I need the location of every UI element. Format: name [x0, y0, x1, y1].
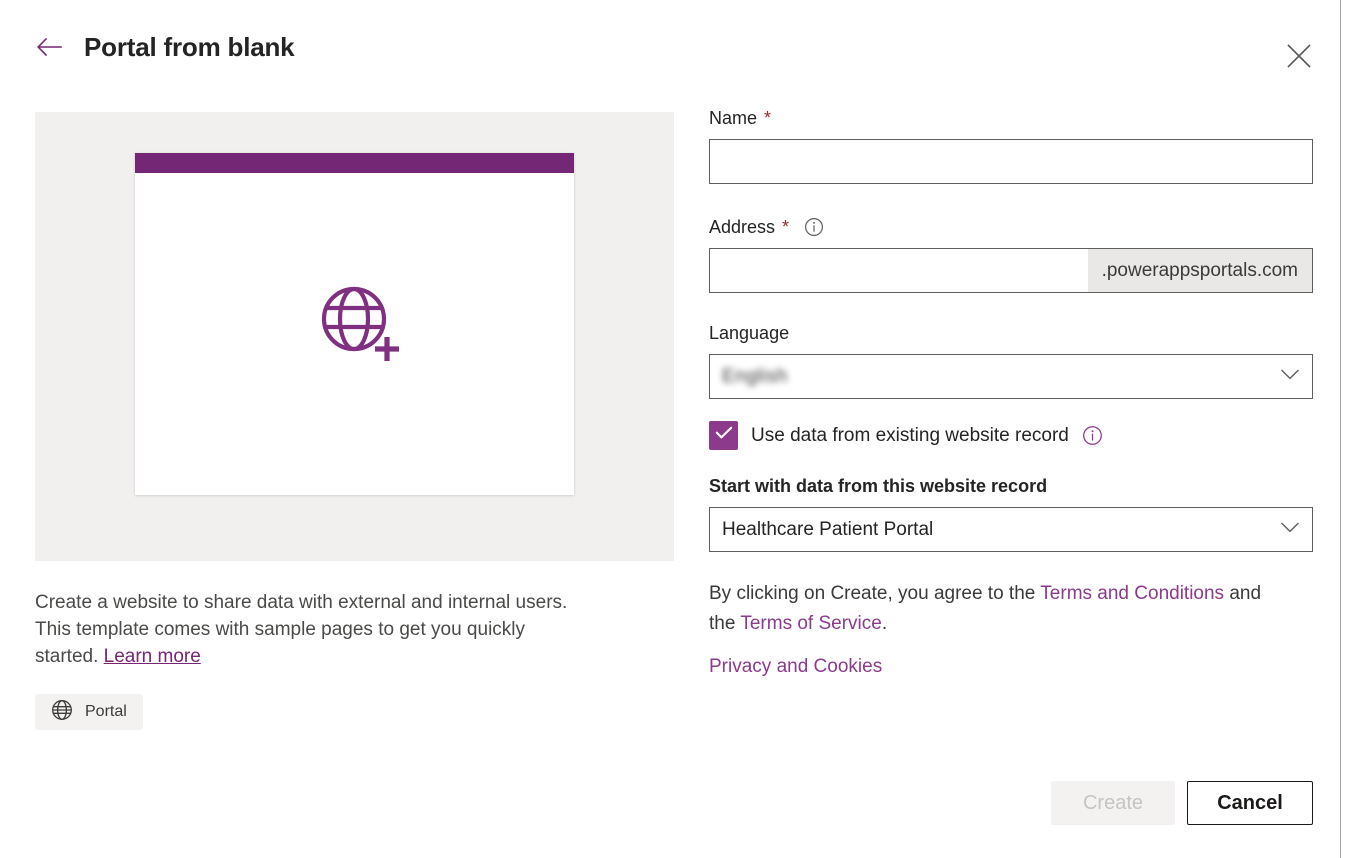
website-record-dropdown[interactable]: Healthcare Patient Portal	[709, 507, 1313, 552]
address-field-label: Address *	[709, 215, 1313, 239]
dialog-footer: Create Cancel	[0, 778, 1340, 858]
use-existing-record-checkbox[interactable]	[709, 421, 738, 450]
chevron-down-icon	[1280, 521, 1300, 539]
info-icon[interactable]	[804, 217, 824, 237]
close-icon	[1286, 43, 1312, 72]
template-preview-column: Create a website to share data with exte…	[35, 112, 674, 730]
template-preview-frame	[35, 112, 674, 561]
website-record-label-text: Start with data from this website record	[709, 476, 1048, 496]
address-label-text: Address	[709, 217, 776, 237]
use-existing-record-label: Use data from existing website record	[751, 424, 1069, 446]
info-icon[interactable]	[1082, 425, 1103, 446]
language-field-label: Language	[709, 321, 1313, 345]
terms-and-conditions-link[interactable]: Terms and Conditions	[1040, 583, 1224, 604]
address-input-group: .powerappsportals.com	[709, 248, 1313, 293]
template-description: Create a website to share data with exte…	[35, 589, 580, 670]
address-required-marker: *	[782, 217, 790, 237]
website-record-field-label: Start with data from this website record	[709, 474, 1313, 498]
learn-more-link[interactable]: Learn more	[104, 646, 201, 667]
close-button[interactable]	[1282, 40, 1316, 74]
panel-right-divider	[1340, 0, 1341, 858]
name-field-label: Name *	[709, 106, 1313, 130]
template-preview-body	[135, 173, 574, 495]
arrow-left-icon	[36, 37, 62, 57]
website-record-selected-value: Healthcare Patient Portal	[722, 518, 934, 540]
privacy-and-cookies-link[interactable]: Privacy and Cookies	[709, 654, 882, 680]
language-selected-value: English	[722, 365, 788, 387]
globe-icon	[51, 699, 73, 726]
legal-prefix: By clicking on Create, you agree to the	[709, 583, 1041, 604]
name-label-text: Name	[709, 108, 758, 128]
name-input[interactable]	[709, 139, 1313, 184]
terms-of-service-link[interactable]: Terms of Service	[740, 613, 881, 634]
language-dropdown[interactable]: English	[709, 354, 1313, 399]
page-title: Portal from blank	[84, 32, 295, 62]
create-button[interactable]: Create	[1051, 781, 1175, 825]
legal-agreement-text: By clicking on Create, you agree to the …	[709, 579, 1289, 639]
cancel-button[interactable]: Cancel	[1187, 781, 1313, 825]
create-portal-form: Name * Address * .powerappsportals.com L…	[709, 106, 1313, 680]
name-required-marker: *	[764, 108, 772, 128]
address-suffix: .powerappsportals.com	[1087, 249, 1312, 292]
legal-suffix: .	[881, 613, 888, 634]
language-label-text: Language	[709, 323, 790, 343]
template-preview-header-bar	[135, 153, 574, 173]
template-tag-label: Portal	[85, 703, 127, 720]
template-preview-card	[135, 153, 574, 495]
dialog-header: Portal from blank	[0, 0, 1340, 96]
use-existing-record-row: Use data from existing website record	[709, 421, 1313, 450]
globe-plus-icon	[318, 283, 404, 374]
back-button[interactable]	[34, 32, 64, 62]
checkmark-icon	[715, 426, 733, 445]
address-input[interactable]	[710, 249, 1088, 292]
template-tag-portal: Portal	[35, 694, 143, 730]
chevron-down-icon	[1280, 368, 1300, 386]
